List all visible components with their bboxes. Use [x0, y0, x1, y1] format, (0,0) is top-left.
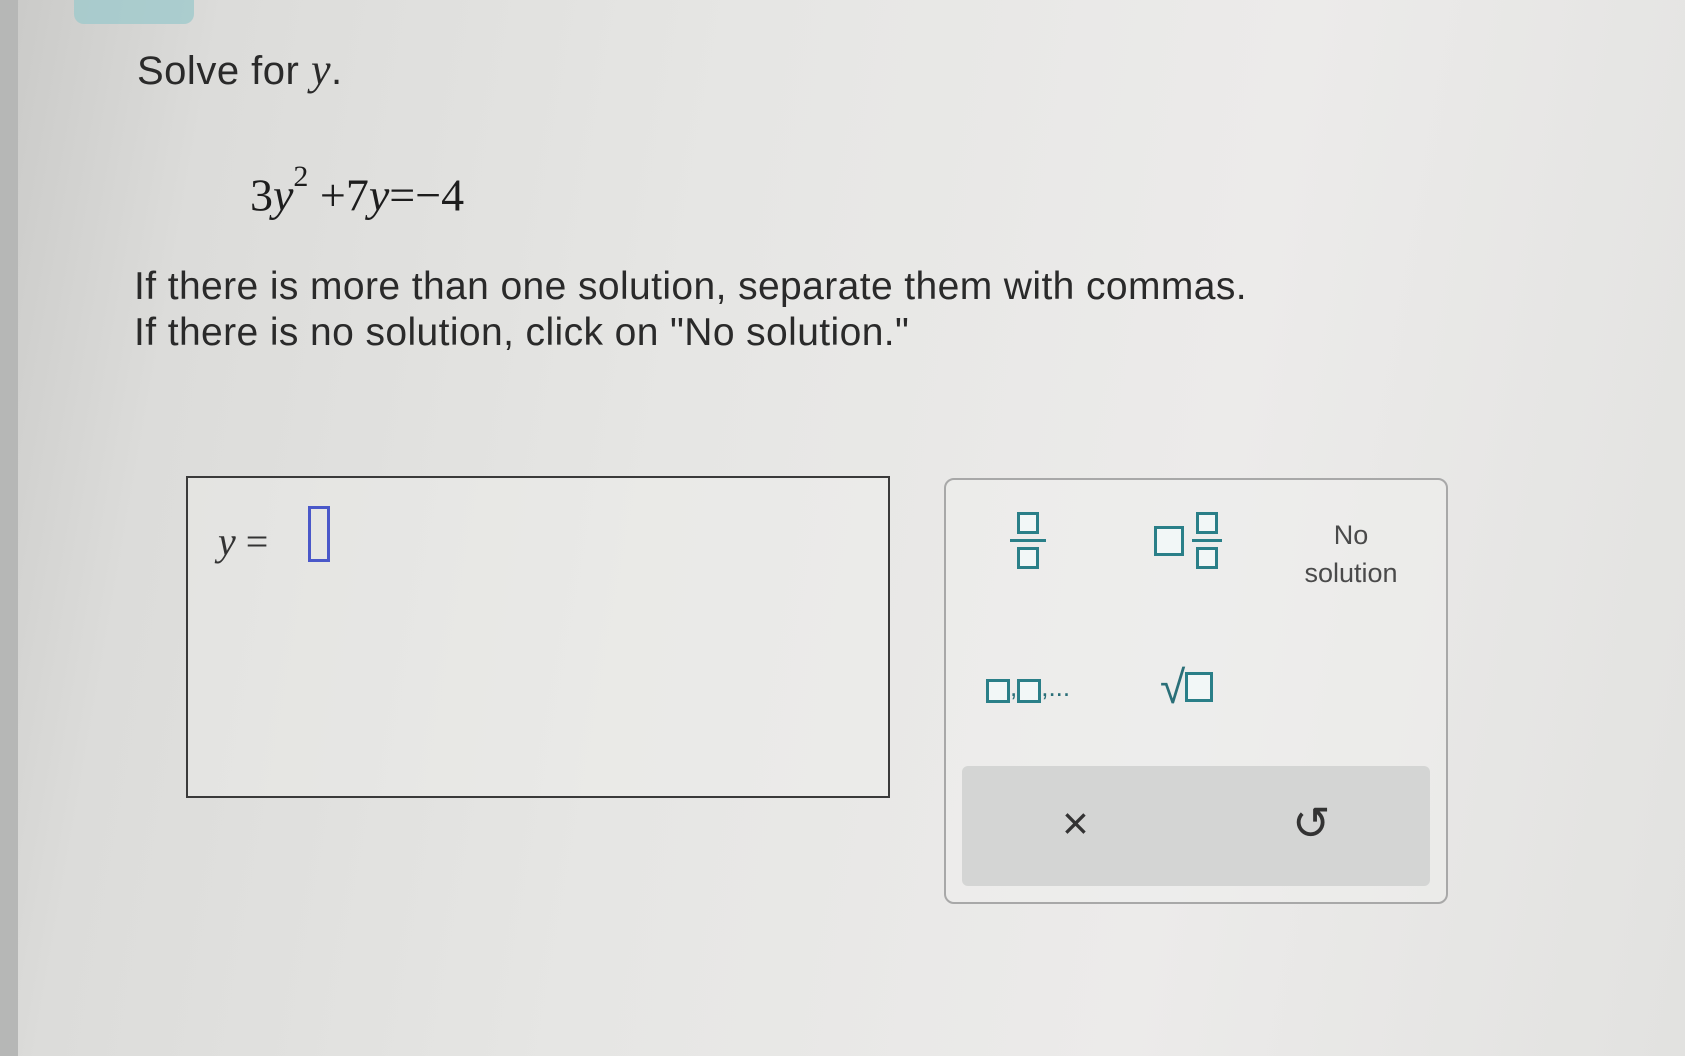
numerator-box-icon: [1017, 512, 1039, 534]
radical-icon: √: [1160, 661, 1186, 713]
instructions: If there is more than one solution, sepa…: [134, 264, 1247, 356]
square-root-button[interactable]: √: [1160, 660, 1214, 714]
whole-box-icon: [1154, 525, 1184, 556]
denominator-box-icon: [1017, 547, 1039, 569]
equation: 3y2 +7y=−4: [250, 160, 465, 221]
no-solution-label-2: solution: [1304, 558, 1398, 588]
radicand-box-icon: [1185, 672, 1214, 702]
list-box-1-icon: [986, 679, 1010, 703]
mixed-denominator-icon: [1196, 547, 1218, 569]
equation-coefficient: 3: [250, 169, 273, 221]
list-button[interactable]: ,,...: [986, 672, 1070, 703]
prompt-variable: y: [310, 45, 332, 94]
equation-rhs: =−4: [389, 169, 465, 221]
no-solution-button[interactable]: No solution: [1276, 516, 1426, 592]
screen-edge: [0, 0, 18, 1056]
equation-exponent: 2: [293, 160, 309, 193]
palette-action-bar: × ↺: [962, 766, 1430, 886]
math-palette: No solution ,,... √ × ↺: [944, 478, 1448, 904]
mixed-fraction-icon: [1192, 512, 1222, 569]
answer-label-variable: y: [218, 519, 236, 564]
equation-middle-variable: y: [368, 169, 390, 221]
answer-label-equals: =: [235, 519, 269, 564]
problem-prompt: Solve for y.: [137, 44, 343, 95]
answer-input-area[interactable]: y =: [186, 476, 890, 798]
mixed-number-button[interactable]: [1154, 512, 1222, 569]
prompt-text: Solve for: [137, 49, 300, 93]
answer-input-field[interactable]: [308, 506, 330, 562]
mixed-numerator-icon: [1196, 512, 1218, 534]
mixed-bar-icon: [1192, 539, 1222, 542]
list-ellipsis: ,...: [1041, 672, 1071, 702]
no-solution-label-1: No: [1333, 520, 1369, 550]
answer-label: y =: [218, 518, 268, 565]
fraction-button[interactable]: [1010, 512, 1046, 569]
clear-icon[interactable]: ×: [1062, 796, 1089, 850]
top-tab[interactable]: [74, 0, 194, 24]
instruction-line-2: If there is no solution, click on "No so…: [134, 311, 910, 354]
equation-variable: y: [273, 169, 294, 221]
prompt-period: .: [331, 49, 343, 93]
instruction-line-1: If there is more than one solution, sepa…: [134, 265, 1247, 308]
list-box-2-icon: [1017, 679, 1042, 703]
undo-icon[interactable]: ↺: [1292, 796, 1331, 850]
fraction-bar-icon: [1010, 539, 1046, 542]
equation-middle-term: +7: [319, 169, 369, 221]
list-comma: ,: [1010, 672, 1018, 702]
